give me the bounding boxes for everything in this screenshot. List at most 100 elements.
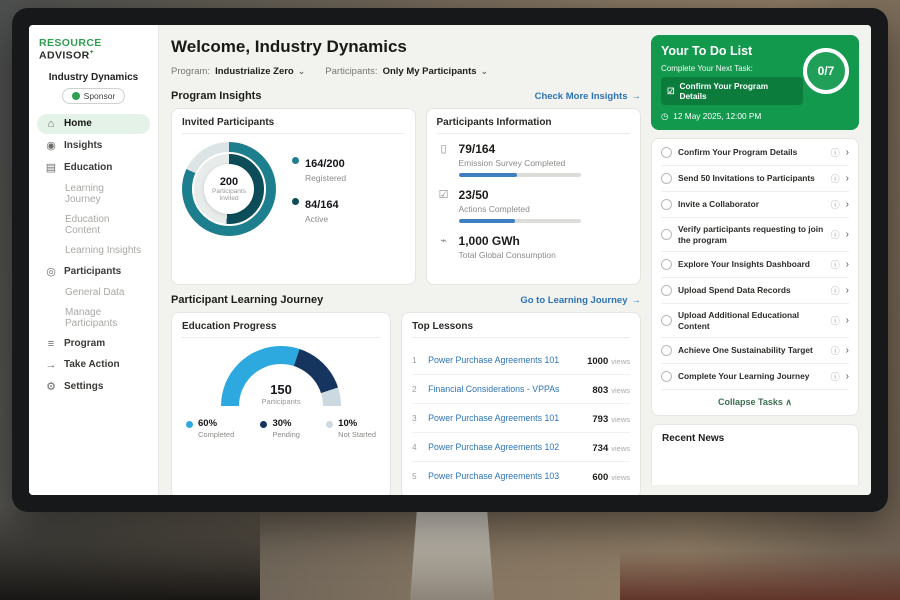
sidebar-item-general-data[interactable]: General Data — [37, 283, 150, 302]
task-row-upload-educational-content[interactable]: Upload Additional Educational Content ⓘ … — [661, 304, 849, 338]
info-icon[interactable]: ⓘ — [831, 198, 840, 211]
monitor-bezel: RESOURCE ADVISOR+ Industry Dynamics Spon… — [12, 8, 888, 512]
sidebar-item-label: Take Action — [64, 359, 120, 370]
clock-icon: ◷ — [661, 111, 668, 121]
participants-information-card: Participants Information ▯ 79/164 Emissi… — [426, 108, 641, 285]
book-icon: ▤ — [45, 161, 57, 174]
info-icon[interactable]: ⓘ — [831, 172, 840, 185]
info-icon[interactable]: ⓘ — [831, 258, 840, 271]
lesson-rank: 4 — [412, 443, 420, 452]
next-task-pill[interactable]: ☑ Confirm Your Program Details — [661, 77, 803, 105]
task-checkbox[interactable] — [661, 147, 672, 158]
donut-center-value: 200 — [220, 176, 238, 188]
arrow-right-icon: → — [632, 91, 642, 102]
task-row-complete-learning-journey[interactable]: Complete Your Learning Journey ⓘ › — [661, 364, 849, 390]
chevron-right-icon[interactable]: › — [846, 147, 849, 158]
go-to-learning-journey-link[interactable]: Go to Learning Journey → — [520, 295, 641, 306]
lesson-link[interactable]: Power Purchase Agreements 101 — [428, 413, 584, 423]
task-row-explore-insights[interactable]: Explore Your Insights Dashboard ⓘ › — [661, 252, 849, 278]
sidebar-item-settings[interactable]: ⚙ Settings — [37, 376, 150, 397]
sidebar-item-education[interactable]: ▤ Education — [37, 157, 150, 178]
gauge-chart: 150 Participants — [221, 346, 341, 406]
legend-label: Active — [305, 214, 339, 224]
sidebar-item-insights[interactable]: ◉ Insights — [37, 135, 150, 156]
info-icon[interactable]: ⓘ — [831, 146, 840, 159]
lesson-link[interactable]: Power Purchase Agreements 101 — [428, 355, 579, 365]
insights-icon: ◉ — [45, 139, 57, 152]
todo-summary-card: Your To Do List 0/7 Complete Your Next T… — [651, 35, 859, 130]
task-label: Upload Spend Data Records — [678, 285, 825, 296]
org-name: Industry Dynamics — [37, 72, 150, 83]
task-row-confirm-program[interactable]: Confirm Your Program Details ⓘ › — [661, 140, 849, 166]
task-checkbox[interactable] — [661, 371, 672, 382]
stat-global-consumption: ⌁ 1,000 GWh Total Global Consumption — [437, 234, 630, 265]
sidebar-item-education-content[interactable]: Education Content — [37, 210, 150, 240]
home-icon: ⌂ — [45, 118, 57, 130]
donut-chart-row: 200 Participants Invited 164/200 Registe… — [182, 142, 405, 236]
legend-item-pending: 30% Pending — [260, 418, 300, 439]
sidebar-item-program[interactable]: ≡ Program — [37, 334, 150, 354]
lesson-link[interactable]: Power Purchase Agreements 102 — [428, 442, 584, 452]
filter-value: Industrialize Zero — [215, 66, 294, 77]
task-row-upload-spend-data[interactable]: Upload Spend Data Records ⓘ › — [661, 278, 849, 304]
chevron-right-icon[interactable]: › — [846, 315, 849, 326]
task-row-invite-collaborator[interactable]: Invite a Collaborator ⓘ › — [661, 192, 849, 218]
task-checkbox[interactable] — [661, 229, 672, 240]
task-checkbox[interactable] — [661, 259, 672, 270]
page-title: Welcome, Industry Dynamics — [171, 37, 641, 57]
legend-dot — [292, 198, 299, 205]
sidebar-item-learning-insights[interactable]: Learning Insights — [37, 241, 150, 260]
invited-donut: 200 Participants Invited — [182, 142, 276, 236]
legend-pct: 60% — [198, 418, 234, 429]
filter-bar: Program: Industrialize Zero ⌄ Participan… — [171, 66, 641, 77]
link-label: Check More Insights — [535, 91, 628, 102]
lesson-link[interactable]: Financial Considerations - VPPAs — [428, 384, 584, 394]
task-row-send-invitations[interactable]: Send 50 Invitations to Participants ⓘ › — [661, 166, 849, 192]
chevron-right-icon[interactable]: › — [846, 199, 849, 210]
info-icon[interactable]: ⓘ — [831, 284, 840, 297]
chevron-right-icon[interactable]: › — [846, 259, 849, 270]
task-checkbox[interactable] — [661, 173, 672, 184]
sidebar-item-label: Learning Journey — [65, 183, 142, 205]
stat-value: 79/164 — [459, 142, 581, 156]
legend-pct: 10% — [338, 418, 376, 429]
collapse-tasks-button[interactable]: Collapse Tasks ∧ — [661, 390, 849, 414]
filter-participants[interactable]: Participants: Only My Participants ⌄ — [325, 66, 488, 77]
sidebar-item-participants[interactable]: ◎ Participants — [37, 261, 150, 282]
chevron-right-icon[interactable]: › — [846, 173, 849, 184]
info-icon[interactable]: ⓘ — [831, 370, 840, 383]
task-label: Complete Your Learning Journey — [678, 371, 825, 382]
gauge-center: 150 Participants — [221, 382, 341, 406]
lesson-link[interactable]: Power Purchase Agreements 103 — [428, 471, 584, 481]
legend-item-registered: 164/200 Registered — [292, 154, 346, 183]
sidebar-item-take-action[interactable]: → Take Action — [37, 355, 150, 375]
sidebar-item-home[interactable]: ⌂ Home — [37, 114, 150, 134]
task-checkbox[interactable] — [661, 345, 672, 356]
gauge-legend: 60% Completed 30% Pending 10% Not Starte… — [182, 418, 380, 439]
main-column: Welcome, Industry Dynamics Program: Indu… — [171, 35, 641, 485]
check-more-insights-link[interactable]: Check More Insights → — [535, 91, 641, 102]
task-row-verify-participants[interactable]: Verify participants requesting to join t… — [661, 218, 849, 252]
task-checkbox[interactable] — [661, 199, 672, 210]
task-checkbox[interactable] — [661, 315, 672, 326]
education-progress-card: Education Progress 150 Participants 60% — [171, 312, 391, 495]
chevron-right-icon[interactable]: › — [846, 345, 849, 356]
chevron-down-icon: ⌄ — [481, 66, 489, 77]
task-row-achieve-target[interactable]: Achieve One Sustainability Target ⓘ › — [661, 338, 849, 364]
info-icon[interactable]: ⓘ — [831, 314, 840, 327]
sidebar-item-learning-journey[interactable]: Learning Journey — [37, 179, 150, 209]
info-icon[interactable]: ⓘ — [831, 344, 840, 357]
filter-program[interactable]: Program: Industrialize Zero ⌄ — [171, 66, 305, 77]
sidebar-item-manage-participants[interactable]: Manage Participants — [37, 303, 150, 333]
sidebar-item-label: Education — [64, 162, 112, 173]
card-title: Invited Participants — [182, 117, 405, 134]
chevron-right-icon[interactable]: › — [846, 285, 849, 296]
sidebar-item-label: Home — [64, 118, 92, 129]
lesson-row: 3 Power Purchase Agreements 101 793views — [412, 404, 630, 433]
chevron-right-icon[interactable]: › — [846, 371, 849, 382]
task-checkbox[interactable] — [661, 285, 672, 296]
lesson-views: 803views — [592, 380, 630, 398]
stat-label: Emission Survey Completed — [459, 158, 581, 168]
info-icon[interactable]: ⓘ — [831, 228, 840, 241]
chevron-right-icon[interactable]: › — [846, 229, 849, 240]
